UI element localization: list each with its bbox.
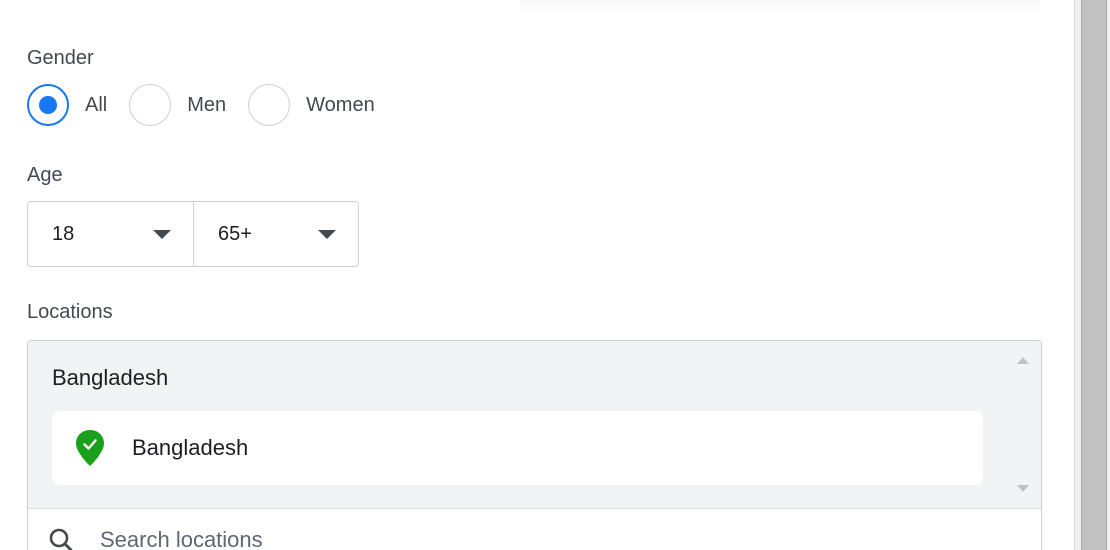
gender-radio-group: All Men Women bbox=[27, 82, 397, 128]
locations-box: Bangladesh Bangladesh bbox=[27, 340, 1042, 550]
search-icon bbox=[49, 528, 73, 550]
location-search-row bbox=[28, 509, 1041, 550]
location-pin-check-icon bbox=[76, 430, 104, 466]
age-min-value: 18 bbox=[52, 222, 75, 245]
radio-unchecked-icon[interactable] bbox=[248, 84, 291, 126]
page-scrollbar-thumb[interactable] bbox=[1081, 0, 1107, 550]
locations-label: Locations bbox=[27, 301, 113, 323]
location-group-title: Bangladesh bbox=[52, 365, 169, 390]
selected-locations-list: Bangladesh Bangladesh bbox=[28, 341, 1041, 509]
age-label: Age bbox=[27, 164, 63, 186]
gender-radio-all[interactable]: All bbox=[27, 84, 107, 126]
scroll-up-arrow-icon[interactable] bbox=[1017, 357, 1029, 364]
age-max-value: 65+ bbox=[218, 222, 252, 245]
search-locations-input[interactable] bbox=[100, 527, 900, 550]
age-max-select[interactable]: 65+ bbox=[193, 202, 358, 266]
radio-checked-icon[interactable] bbox=[27, 84, 69, 126]
location-item[interactable]: Bangladesh bbox=[52, 411, 983, 485]
scroll-down-arrow-icon[interactable] bbox=[1017, 485, 1029, 492]
radio-unchecked-icon[interactable] bbox=[129, 84, 172, 126]
age-range-selector: 18 65+ bbox=[27, 201, 359, 267]
page-scrollbar[interactable] bbox=[1074, 0, 1110, 550]
audience-targeting-panel: Gender All Men Women Age 18 65+ Location… bbox=[0, 0, 1110, 550]
gender-label: Gender bbox=[27, 47, 94, 69]
gender-radio-men[interactable]: Men bbox=[129, 84, 226, 126]
gender-option-men-label: Men bbox=[187, 93, 227, 116]
gender-option-women-label: Women bbox=[306, 93, 375, 116]
gender-radio-women[interactable]: Women bbox=[248, 84, 375, 126]
age-min-select[interactable]: 18 bbox=[28, 202, 193, 266]
location-item-name: Bangladesh bbox=[132, 435, 249, 460]
top-edge-residue bbox=[520, 0, 1040, 14]
caret-down-icon bbox=[153, 230, 171, 239]
gender-option-all-label: All bbox=[85, 93, 108, 116]
caret-down-icon bbox=[318, 230, 336, 239]
